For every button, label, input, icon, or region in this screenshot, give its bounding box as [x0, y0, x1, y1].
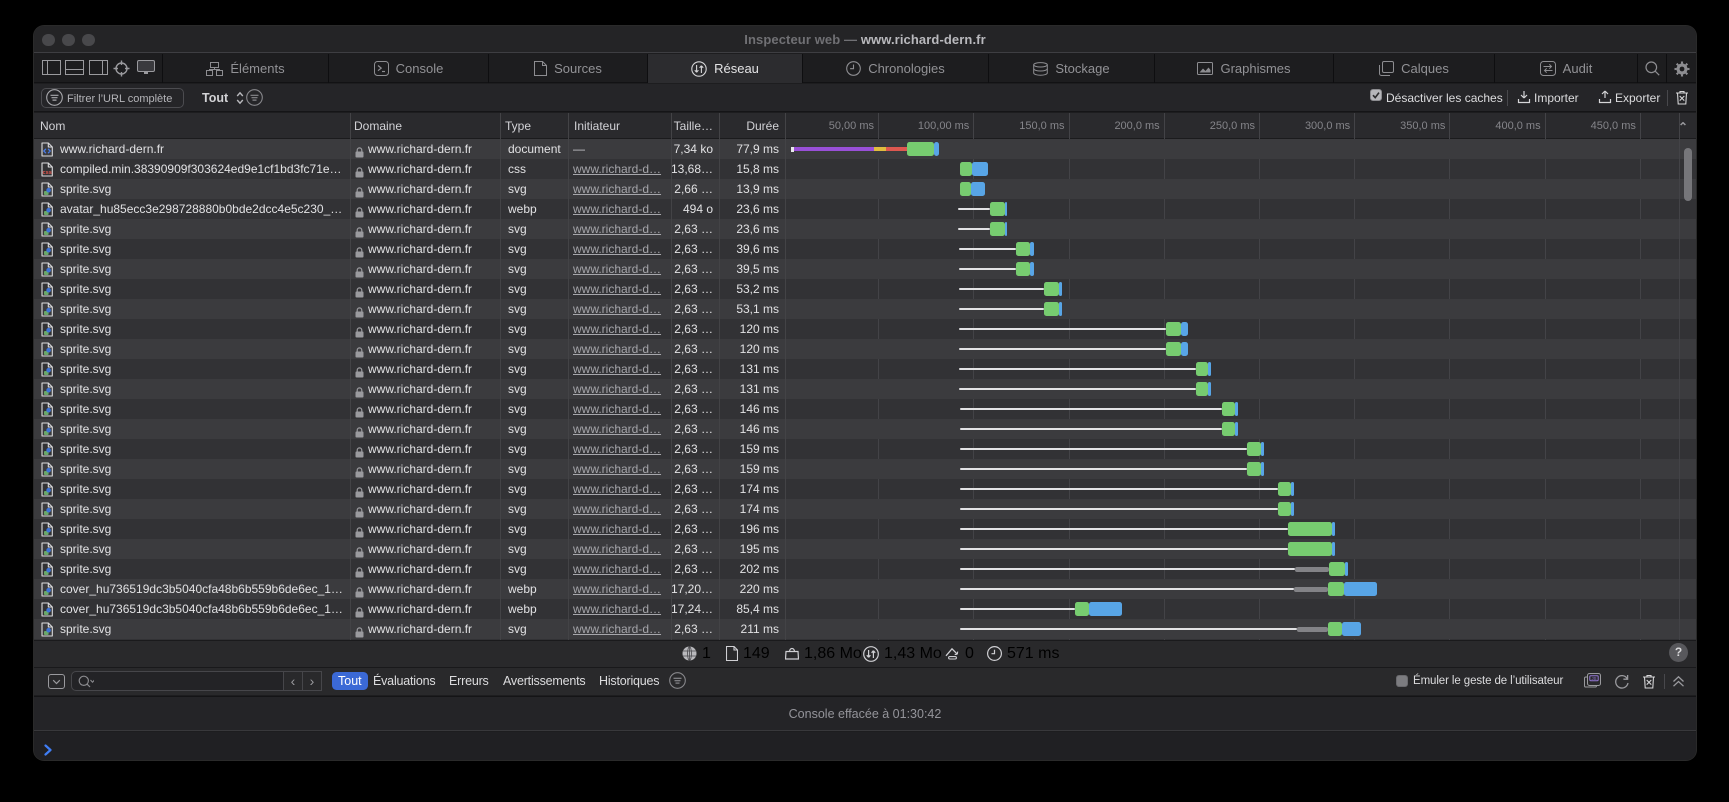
svg-text:css: css [43, 170, 52, 176]
svg-text:JS: JS [1591, 676, 1596, 681]
